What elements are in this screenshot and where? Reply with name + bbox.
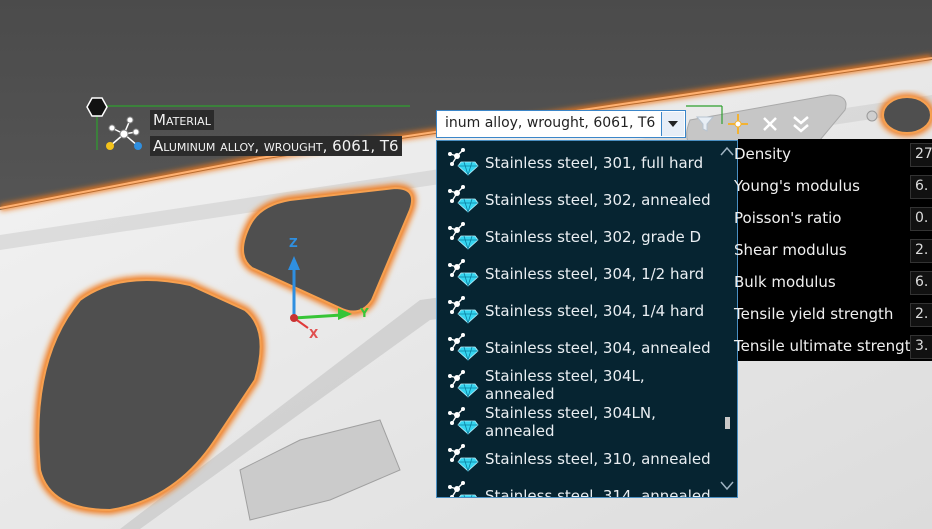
material-gem-icon bbox=[447, 331, 485, 365]
material-gem-icon bbox=[447, 183, 485, 217]
dropdown-item[interactable]: Stainless steel, 304, 1/2 hard bbox=[447, 259, 717, 289]
material-combobox-text[interactable]: inum alloy, wrought, 6061, T6 bbox=[445, 115, 659, 131]
material-molecule-icon bbox=[106, 116, 142, 150]
dropdown-item-label: Stainless steel, 304, 1/2 hard bbox=[485, 265, 705, 283]
material-tag-title: Material bbox=[150, 110, 214, 130]
property-row: Density 27 bbox=[734, 141, 932, 169]
dropdown-item-label: Stainless steel, 314, annealed bbox=[485, 487, 711, 498]
filter-icon[interactable] bbox=[694, 113, 716, 135]
property-value[interactable]: 2. bbox=[910, 239, 932, 263]
material-tag-value[interactable]: Aluminum alloy, wrought, 6061, T6 bbox=[150, 136, 402, 156]
move-crosshair-icon[interactable] bbox=[726, 112, 750, 136]
property-value[interactable]: 2. bbox=[910, 303, 932, 327]
dropdown-item-label: Stainless steel, 302, grade D bbox=[485, 228, 702, 246]
material-gem-icon bbox=[447, 368, 485, 402]
scroll-down-chevron-icon[interactable] bbox=[719, 479, 735, 491]
dropdown-item-label: Stainless steel, 304, 1/4 hard bbox=[485, 302, 705, 320]
property-label: Shear modulus bbox=[734, 241, 847, 259]
dropdown-item[interactable]: Stainless steel, 301, full hard bbox=[447, 148, 717, 178]
part-cutout-slot bbox=[879, 93, 932, 137]
material-gem-icon bbox=[447, 294, 485, 328]
dropdown-item-label: Stainless steel, 302, annealed bbox=[485, 191, 711, 209]
dropdown-item[interactable]: Stainless steel, 310, annealed bbox=[447, 444, 717, 474]
property-row: Tensile yield strength 2. bbox=[734, 301, 932, 329]
scroll-up-chevron-icon[interactable] bbox=[719, 145, 735, 157]
property-value[interactable]: 3. bbox=[910, 335, 932, 359]
scrollbar-thumb[interactable] bbox=[725, 417, 730, 429]
dropdown-item[interactable]: Stainless steel, 304, 1/4 hard bbox=[447, 296, 717, 326]
material-combobox[interactable]: inum alloy, wrought, 6061, T6 bbox=[436, 110, 686, 138]
property-label: Young's modulus bbox=[734, 177, 860, 195]
dropdown-item[interactable]: Stainless steel, 304, annealed bbox=[447, 333, 717, 363]
material-gem-icon bbox=[447, 257, 485, 291]
property-row: Shear modulus 2. bbox=[734, 237, 932, 265]
property-label: Bulk modulus bbox=[734, 273, 836, 291]
dropdown-item-label: Stainless steel, 310, annealed bbox=[485, 450, 711, 468]
material-gem-icon bbox=[447, 405, 485, 439]
dropdown-item-label: Stainless steel, 304L, annealed bbox=[485, 367, 645, 403]
property-label: Density bbox=[734, 145, 792, 163]
dropdown-item-label: Stainless steel, 301, full hard bbox=[485, 154, 704, 172]
dropdown-item[interactable]: Stainless steel, 304LN, annealed bbox=[447, 404, 717, 440]
material-gem-icon bbox=[447, 220, 485, 254]
property-label: Tensile ultimate strength bbox=[734, 337, 921, 355]
axis-y-label: Y bbox=[360, 306, 369, 320]
dropdown-item[interactable]: Stainless steel, 304L, annealed bbox=[447, 367, 717, 403]
property-value[interactable]: 0. bbox=[910, 207, 932, 231]
chevron-down-icon[interactable] bbox=[661, 112, 684, 136]
material-dropdown-list[interactable]: Stainless steel, 301, full hard Stainless… bbox=[436, 140, 738, 498]
axis-x-label: X bbox=[309, 327, 319, 341]
close-icon[interactable] bbox=[760, 114, 780, 134]
property-row: Bulk modulus 6. bbox=[734, 269, 932, 297]
dropdown-item[interactable]: Stainless steel, 314, annealed bbox=[447, 479, 717, 498]
property-row: Tensile ultimate strength 3. bbox=[734, 333, 932, 361]
property-value[interactable]: 6. bbox=[910, 175, 932, 199]
dropdown-item[interactable]: Stainless steel, 302, grade D bbox=[447, 222, 717, 252]
property-row: Poisson's ratio 0. bbox=[734, 205, 932, 233]
property-row: Young's modulus 6. bbox=[734, 173, 932, 201]
material-gem-icon bbox=[447, 442, 485, 476]
dropdown-item-label: Stainless steel, 304, annealed bbox=[485, 339, 711, 357]
material-gem-icon bbox=[447, 146, 485, 180]
dropdown-item-label: Stainless steel, 304LN, annealed bbox=[485, 404, 656, 440]
property-value[interactable]: 27 bbox=[910, 143, 932, 167]
material-properties-panel: Density 27 Young's modulus 6. Poisson's rati… bbox=[734, 139, 932, 361]
dropdown-item[interactable]: Stainless steel, 302, annealed bbox=[447, 185, 717, 215]
property-value[interactable]: 6. bbox=[910, 271, 932, 295]
collapse-chevrons-icon[interactable] bbox=[790, 112, 812, 136]
property-label: Poisson's ratio bbox=[734, 209, 842, 227]
axis-z-label: Z bbox=[289, 236, 298, 250]
property-label: Tensile yield strength bbox=[734, 305, 894, 323]
material-gem-icon bbox=[447, 479, 485, 497]
